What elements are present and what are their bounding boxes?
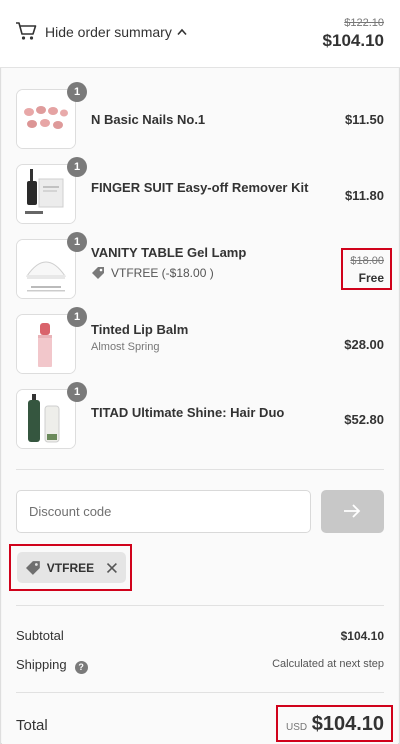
subtotal-value: $104.10 — [340, 629, 384, 643]
tag-icon — [92, 267, 104, 279]
item-price: $11.50 — [344, 112, 384, 127]
lip-balm-image: 1 — [16, 307, 87, 374]
toggle-label: Hide order summary — [45, 24, 172, 40]
currency-code: USD — [286, 722, 308, 733]
divider — [16, 605, 384, 606]
tag-icon — [25, 560, 40, 575]
subtotal-label: Subtotal — [16, 628, 64, 643]
gel-lamp-image: 1 — [16, 232, 87, 299]
chevron-up-icon — [177, 28, 187, 36]
item-price: Free — [358, 271, 384, 285]
cart-icon — [16, 22, 37, 40]
line-item: 1 Tinted Lip Balm Almost Spring $28.00 — [16, 307, 384, 376]
line-item: 1 TITAD Ultimate Shine: Hair Duo $52.80 — [16, 382, 384, 451]
item-price: $28.00 — [344, 337, 384, 352]
item-name: Tinted Lip Balm — [91, 322, 189, 337]
toggle-order-summary[interactable]: Hide order summary — [45, 24, 187, 40]
header-total: $104.10 — [322, 31, 384, 50]
shipping-row: Shipping? — [16, 657, 88, 674]
quantity-badge: 1 — [67, 232, 87, 252]
line-item: 1 VANITY TABLE Gel Lamp VTFREE (-$18.00 … — [16, 232, 384, 301]
apply-discount-button[interactable] — [321, 490, 384, 533]
total-label: Total — [16, 717, 48, 734]
arrow-right-icon — [344, 504, 361, 518]
shipping-value: Calculated at next step — [272, 658, 384, 670]
hair-duo-image: 1 — [16, 382, 87, 449]
help-icon[interactable]: ? — [74, 661, 88, 674]
original-total: $122.10 — [344, 17, 384, 29]
item-name: N Basic Nails No.1 — [91, 112, 206, 127]
applied-discount-code: VTFREE — [46, 560, 95, 575]
line-item: 1 N Basic Nails No.1 $11.50 — [16, 82, 384, 151]
remover-kit-image: 1 — [16, 157, 87, 224]
divider — [16, 692, 384, 693]
free-price-highlight: $18.00 Free — [341, 248, 392, 290]
remove-discount-icon[interactable] — [106, 562, 118, 574]
quantity-badge: 1 — [67, 82, 87, 102]
item-name: FINGER SUIT Easy-off Remover Kit — [91, 180, 309, 195]
item-name: TITAD Ultimate Shine: Hair Duo — [91, 405, 285, 420]
quantity-badge: 1 — [67, 382, 87, 402]
divider — [16, 469, 384, 470]
order-summary-header[interactable]: Hide order summary $122.10 $104.10 — [0, 0, 400, 68]
quantity-badge: 1 — [67, 307, 87, 327]
item-variant: Almost Spring — [91, 341, 160, 353]
applied-discount-chip: VTFREE — [17, 552, 126, 583]
item-discount-text: VTFREE (-$18.00 ) — [111, 266, 214, 280]
applied-discount-highlight: VTFREE — [9, 544, 132, 591]
pink-nails-image: 1 — [16, 82, 87, 149]
total-highlight: USD $104.10 — [276, 705, 393, 742]
item-price: $52.80 — [344, 412, 384, 427]
line-item: 1 FINGER SUIT Easy-off Remover Kit $11.8… — [16, 157, 384, 226]
quantity-badge: 1 — [67, 157, 87, 177]
item-name: VANITY TABLE Gel Lamp — [91, 245, 247, 260]
item-original-price: $18.00 — [350, 255, 384, 267]
item-price: $11.80 — [344, 188, 384, 203]
discount-code-input[interactable] — [16, 490, 311, 533]
shipping-label: Shipping — [16, 657, 67, 672]
total-value: $104.10 — [311, 713, 384, 735]
item-discount: VTFREE (-$18.00 ) — [91, 266, 214, 280]
